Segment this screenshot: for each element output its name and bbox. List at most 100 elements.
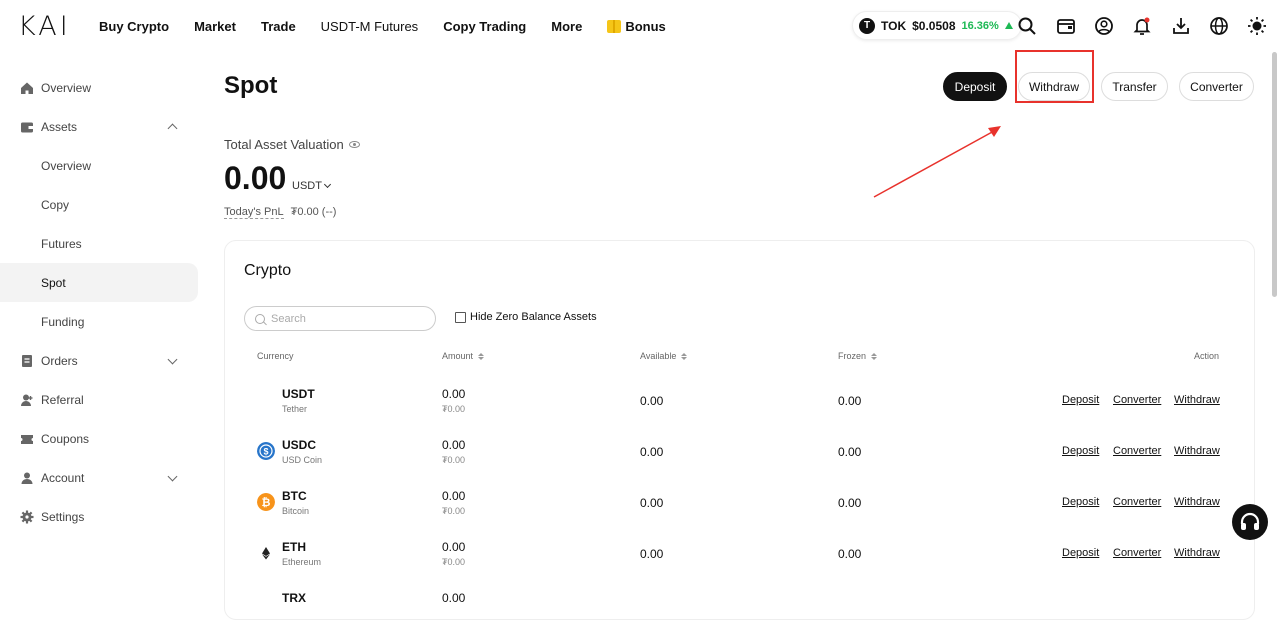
tok-ticker[interactable]: T TOK $0.0508 16.36% — [852, 11, 1022, 40]
currency-symbol: TRX — [282, 591, 306, 605]
header-currency: Currency — [257, 351, 294, 361]
sidebar-item-spot[interactable]: Spot — [0, 263, 198, 302]
row-withdraw-link[interactable]: Withdraw — [1174, 445, 1220, 457]
nav-more[interactable]: More — [551, 19, 582, 34]
tok-icon: T — [859, 17, 875, 34]
sidebar-item-label: Referral — [41, 392, 84, 407]
row-deposit-link[interactable]: Deposit — [1062, 394, 1099, 406]
nav-buy-crypto[interactable]: Buy Crypto — [99, 19, 169, 34]
eye-icon[interactable] — [348, 141, 360, 148]
tok-symbol: TOK — [881, 18, 907, 33]
search-input[interactable]: Search — [244, 306, 436, 331]
table-row: ETH Ethereum 0.00 ₮0.00 0.00 0.00 Deposit Conve… — [224, 532, 1255, 583]
amount-fiat-value: ₮0.00 — [442, 506, 466, 516]
row-converter-link[interactable]: Converter — [1113, 445, 1161, 457]
available-value: 0.00 — [640, 394, 664, 408]
header-label: Available — [640, 351, 677, 361]
currency-name: USD Coin — [282, 455, 323, 465]
amount-value: 0.00 — [442, 591, 466, 605]
sidebar-item-copy[interactable]: Copy — [0, 185, 200, 224]
hide-zero-balance-checkbox[interactable]: Hide Zero Balance Assets — [455, 311, 597, 323]
header-available[interactable]: Available — [640, 351, 688, 361]
row-withdraw-link[interactable]: Withdraw — [1174, 547, 1220, 559]
sort-icon[interactable] — [681, 352, 688, 360]
row-withdraw-link[interactable]: Withdraw — [1174, 394, 1220, 406]
user-profile-icon[interactable] — [1094, 16, 1114, 36]
tron-icon — [257, 595, 275, 613]
kai-logo[interactable]: KAI — [18, 11, 71, 42]
amount-fiat-value: ₮0.00 — [442, 557, 466, 567]
available-value: 0.00 — [640, 496, 664, 510]
theme-sun-icon[interactable] — [1247, 16, 1267, 36]
main-nav: Buy Crypto Market Trade USDT-M Futures C… — [99, 0, 666, 52]
sort-icon[interactable] — [871, 352, 878, 360]
currency-name: Bitcoin — [282, 506, 310, 516]
row-converter-link[interactable]: Converter — [1113, 394, 1161, 406]
checkbox-icon[interactable] — [455, 311, 466, 323]
notification-bell-icon[interactable] — [1132, 16, 1152, 36]
search-icon[interactable] — [1017, 16, 1037, 36]
ethereum-icon — [262, 547, 270, 560]
up-arrow-icon — [1004, 22, 1013, 29]
todays-pnl: Today's PnL ₮0.00 (--) — [224, 206, 336, 219]
amount-value: 0.00 — [442, 540, 466, 554]
top-navbar: KAI Buy Crypto Market Trade USDT-M Futur… — [0, 0, 1280, 52]
orders-icon — [22, 354, 32, 367]
svg-text:$: $ — [263, 447, 268, 457]
header-frozen[interactable]: Frozen — [838, 351, 878, 361]
row-converter-link[interactable]: Converter — [1113, 547, 1161, 559]
pnl-value: ₮0.00 (--) — [290, 206, 337, 218]
annotation-arrow — [873, 126, 1001, 198]
sidebar-item-settings[interactable]: Settings — [0, 497, 200, 536]
currency-symbol: ETH — [282, 540, 306, 554]
sidebar-item-funding[interactable]: Funding — [0, 302, 200, 341]
nav-copy-trading[interactable]: Copy Trading — [443, 19, 526, 34]
nav-usdt-m-futures[interactable]: USDT-M Futures — [321, 19, 419, 34]
sidebar-item-overview[interactable]: Overview — [0, 68, 200, 107]
currency-symbol: USDT — [282, 387, 315, 401]
converter-button[interactable]: Converter — [1179, 72, 1254, 101]
wallet-icon[interactable] — [1056, 16, 1076, 36]
sort-icon[interactable] — [478, 352, 485, 360]
sidebar-item-label: Copy — [41, 197, 70, 212]
nav-market[interactable]: Market — [194, 19, 236, 34]
sidebar-item-label: Overview — [41, 158, 92, 173]
page-scrollbar[interactable] — [1272, 52, 1277, 297]
frozen-value: 0.00 — [838, 496, 862, 510]
sidebar-item-coupons[interactable]: Coupons — [0, 419, 200, 458]
nav-trade[interactable]: Trade — [261, 19, 296, 34]
svg-text:₿: ₿ — [262, 497, 271, 509]
row-withdraw-link[interactable]: Withdraw — [1174, 496, 1220, 508]
sidebar-item-futures[interactable]: Futures — [0, 224, 200, 263]
header-amount[interactable]: Amount — [442, 351, 485, 361]
transfer-button[interactable]: Transfer — [1101, 72, 1168, 101]
nav-bonus[interactable]: Bonus — [607, 19, 666, 34]
currency-symbol: USDC — [282, 438, 317, 452]
sidebar-item-referral[interactable]: Referral — [0, 380, 200, 419]
deposit-button[interactable]: Deposit — [943, 72, 1007, 101]
currency-name: Tether — [282, 404, 308, 414]
usdc-icon: $ — [257, 442, 275, 460]
sidebar-item-orders[interactable]: Orders — [0, 341, 200, 380]
header-label: Frozen — [838, 351, 867, 361]
sidebar-item-account[interactable]: Account — [0, 458, 200, 497]
sidebar-item-assets[interactable]: Assets — [0, 107, 200, 146]
sidebar-item-assets-overview[interactable]: Overview — [0, 146, 200, 185]
sidebar-item-label: Spot — [41, 275, 66, 290]
row-deposit-link[interactable]: Deposit — [1062, 496, 1099, 508]
row-deposit-link[interactable]: Deposit — [1062, 445, 1099, 457]
balance-unit-select[interactable]: USDT — [292, 180, 331, 192]
sidebar-item-label: Orders — [41, 353, 78, 368]
customer-support-button[interactable] — [1232, 504, 1268, 540]
frozen-value: 0.00 — [838, 445, 862, 459]
row-deposit-link[interactable]: Deposit — [1062, 547, 1099, 559]
amount-fiat-value: ₮0.00 — [442, 455, 466, 465]
tether-icon — [257, 391, 275, 409]
globe-icon[interactable] — [1209, 16, 1229, 36]
pnl-label[interactable]: Today's PnL — [224, 206, 284, 219]
currency-name: Ethereum — [282, 557, 322, 567]
row-converter-link[interactable]: Converter — [1113, 496, 1161, 508]
download-icon[interactable] — [1171, 16, 1191, 36]
table-row: ₿ BTC Bitcoin 0.00 ₮0.00 0.00 0.00 Deposit Conve… — [224, 481, 1255, 532]
page-title: Spot — [224, 72, 278, 99]
